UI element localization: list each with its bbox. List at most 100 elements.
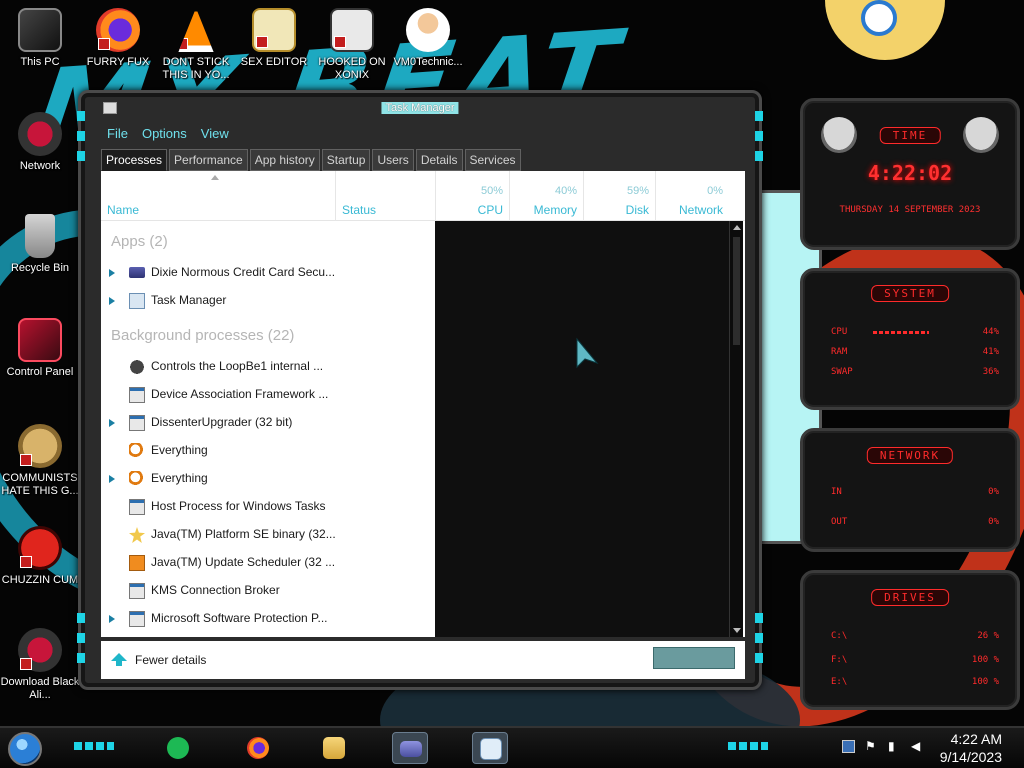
process-row[interactable]: DissenterUpgrader (32 bit) [101,409,435,437]
taskbar-clock[interactable]: 4:22 AM 9/14/2023 [940,730,1002,766]
process-row[interactable]: Everything [101,465,435,493]
clock-gadget-title: TIME [879,127,941,144]
network-gadget[interactable]: NETWORK IN 0% OUT 0% [800,428,1020,552]
process-row[interactable]: Java(TM) Platform SE binary (32... [101,521,435,549]
taskbar-app-spotify[interactable] [160,732,196,764]
tab-details[interactable]: Details [415,149,463,171]
column-network[interactable]: 0% Network [655,171,729,221]
tab-performance[interactable]: Performance [169,149,248,171]
window-icon [129,387,145,403]
window-footer: Fewer details [101,641,745,679]
process-row[interactable]: Everything [101,437,435,465]
task-manager-window[interactable]: Task Manager File Options View Processes… [77,90,763,690]
column-network-label: Network [678,203,723,217]
system-gadget-title: SYSTEM [871,285,949,302]
expand-chevron-icon[interactable] [109,419,115,427]
desktop-icon-label: This PC [20,56,60,68]
scroll-up-arrow-icon[interactable] [733,225,741,230]
tab-processes[interactable]: Processes [101,149,168,171]
column-memory[interactable]: 40% Memory [509,171,583,221]
process-row[interactable]: Host Process for Windows Tasks [101,493,435,521]
stat-label: CPU [831,327,848,337]
wallpaper-character [825,0,945,60]
collapse-arrow-icon[interactable] [111,653,127,666]
desktop-icon-network[interactable]: Network [0,112,80,173]
start-button[interactable] [8,732,42,766]
frame-accent [77,111,85,121]
vertical-scrollbar[interactable] [729,221,743,637]
cpu-meter [873,331,929,334]
desktop-icon-download-black-alien[interactable]: Download Black Ali... [0,628,80,702]
memory-total: 40% [554,185,577,197]
column-cpu[interactable]: 50% CPU [435,171,509,221]
process-row[interactable]: Controls the LoopBe1 internal ... [101,353,435,381]
process-name: Host Process for Windows Tasks [151,499,326,513]
desktop-icon-hex-editor[interactable]: SEX EDITOR [234,8,314,69]
clock-gadget[interactable]: TIME 4:22:02 THURSDAY 14 SEPTEMBER 2023 [800,98,1020,250]
process-row[interactable]: Java(TM) Update Scheduler (32 ... [101,549,435,577]
magnifier-icon [129,443,145,459]
expand-chevron-icon[interactable] [109,475,115,483]
desktop-icon-recycle-bin[interactable]: Recycle Bin [0,214,80,275]
expand-chevron-icon[interactable] [109,297,115,305]
folder-icon [323,737,345,759]
scrollbar-thumb[interactable] [733,237,740,345]
title-bar[interactable]: Task Manager [97,99,743,121]
taskbar-app-file-explorer[interactable] [316,732,352,764]
end-task-button[interactable] [653,647,735,669]
taskbar-app-task-manager[interactable] [472,732,508,764]
clock-gadget-date: THURSDAY 14 SEPTEMBER 2023 [839,205,981,215]
tab-services[interactable]: Services [464,149,521,171]
monitor-icon[interactable] [842,740,855,753]
expand-chevron-icon[interactable] [109,269,115,277]
desktop-icon-vm0technic[interactable]: VM0Technic... [388,8,468,69]
desktop-icon-this-pc[interactable]: This PC [0,8,80,69]
network-icon[interactable]: ▮ [888,740,901,753]
tab-app-history[interactable]: App history [249,149,320,171]
system-gadget[interactable]: SYSTEM CPU 44% RAM 41% SWAP 36% [800,268,1020,410]
stat-value: 44% [982,327,999,337]
process-row[interactable]: Device Association Framework ... [101,381,435,409]
frame-accent [77,613,85,623]
money-bag-icon [18,424,62,468]
process-row[interactable]: KMS Connection Broker [101,577,435,605]
process-name: Java(TM) Platform SE binary (32... [151,527,336,541]
tab-users[interactable]: Users [372,149,414,171]
alien-head-icon [821,117,857,153]
process-row[interactable]: Task Manager [101,287,435,315]
tab-startup[interactable]: Startup [321,149,371,171]
desktop-icon-communists[interactable]: COMMUNISTS HATE THIS G... [0,424,80,498]
taskbar-app-firefox[interactable] [240,732,276,764]
flag-icon[interactable]: ⚑ [865,740,878,753]
menu-options[interactable]: Options [142,123,187,145]
fewer-details-link[interactable]: Fewer details [135,653,206,667]
volume-icon[interactable]: ◀ [911,740,924,753]
desktop-icon-label: COMMUNISTS HATE THIS G... [1,472,79,497]
menu-file[interactable]: File [107,123,128,145]
process-name: Java(TM) Update Scheduler (32 ... [151,555,336,569]
drives-gadget[interactable]: DRIVES C:\ 26 % F:\ 100 % E:\ 100 % [800,570,1020,710]
control-panel-icon [18,318,62,362]
java-icon [129,527,145,543]
desktop-icon-furry-fux[interactable]: FURRY FUX [78,8,158,69]
stat-value: 0% [988,487,999,497]
desktop-icon-chuzzin[interactable]: CHUZZIN CUM [0,526,80,587]
column-disk-label: Disk [625,203,649,217]
drives-gadget-title: DRIVES [871,589,949,606]
process-row[interactable]: Microsoft Software Protection P... [101,605,435,633]
task-manager-icon [480,738,502,760]
column-status[interactable]: Status [335,171,435,221]
column-name[interactable]: Name [101,171,335,221]
network-total: 0% [707,185,723,197]
desktop-icon-vlc[interactable]: DONT STICK THIS IN YO... [156,8,236,82]
firefox-icon [247,737,269,759]
scroll-down-arrow-icon[interactable] [733,628,741,633]
taskbar-app-dixie[interactable] [392,732,428,764]
taskbar-decoration [74,742,114,750]
menu-view[interactable]: View [201,123,229,145]
desktop-icon-xonix[interactable]: HOOKED ON XONIX [312,8,392,82]
process-row[interactable]: Dixie Normous Credit Card Secu... [101,259,435,287]
column-disk[interactable]: 59% Disk [583,171,655,221]
expand-chevron-icon[interactable] [109,615,115,623]
desktop-icon-control-panel[interactable]: Control Panel [0,318,80,379]
